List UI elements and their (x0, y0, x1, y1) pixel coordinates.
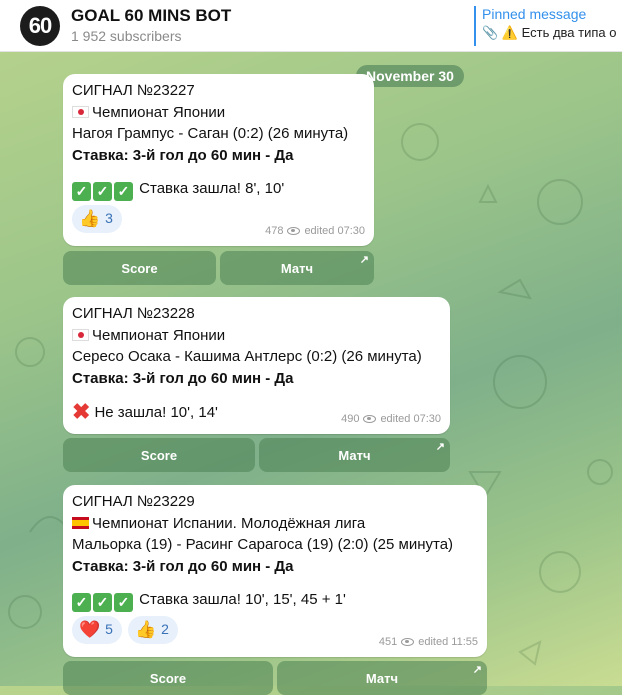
bet-line: Ставка: 3-й гол до 60 мин - Да (72, 557, 294, 575)
reaction-thumbs-up[interactable]: 👍 2 (127, 616, 178, 644)
score-button[interactable]: Score (63, 661, 273, 695)
check-icon: ✓ (114, 593, 133, 612)
japan-flag-icon (72, 328, 89, 341)
match-button-label: Матч (338, 447, 371, 463)
channel-header: 60 GOAL 60 MINS BOT 1 952 subscribers Pi… (0, 0, 622, 52)
thumbs-up-icon: 👍 (134, 620, 157, 640)
league-name: Чемпионат Японии (92, 326, 226, 344)
message-meta: 478 edited 07:30 (265, 221, 365, 243)
edited-time: edited 07:30 (304, 224, 365, 237)
result-text: Ставка зашла! 8', 10' (139, 180, 285, 197)
league-name: Чемпионат Японии (92, 103, 226, 121)
result-line: ✓ ✓ ✓ Ставка зашла! 10', 15', 45 + 1' (72, 589, 478, 612)
check-icon: ✓ (93, 182, 112, 201)
result-line: ✓ ✓ ✓ Ставка зашла! 8', 10' (72, 178, 365, 201)
message-bubble: СИГНАЛ №23229 Чемпионат Испании. Молодёж… (63, 485, 487, 657)
match-button-label: Матч (280, 260, 314, 276)
reaction-count: 2 (161, 621, 169, 638)
edited-time: edited 11:55 (418, 635, 478, 648)
external-link-icon: ↗ (472, 664, 482, 676)
score-button-label: Score (121, 260, 158, 276)
bet-line: Ставка: 3-й гол до 60 мин - Да (72, 146, 294, 164)
message-bubble: СИГНАЛ №23228 Чемпионат Японии Сересо Ос… (63, 297, 450, 434)
result-text: Не зашла! 10', 14' (94, 404, 218, 421)
external-link-icon: ↗ (435, 441, 445, 453)
view-count: 478 (265, 224, 284, 237)
channel-avatar[interactable]: 60 (20, 6, 60, 46)
heart-icon: ❤️ (79, 620, 101, 640)
league-line: Чемпионат Японии (72, 102, 365, 124)
edited-time: edited 07:30 (380, 412, 441, 425)
match-link-button[interactable]: Матч ↗ (220, 251, 374, 285)
reaction-count: 5 (105, 621, 113, 638)
cross-icon: ✖ (72, 399, 91, 424)
channel-title[interactable]: GOAL 60 MINS BOT (71, 6, 231, 26)
reaction-count: 3 (105, 210, 113, 227)
pinned-message-preview: 📎 ⚠️ Есть два типа о (482, 25, 617, 40)
japan-flag-icon (72, 105, 89, 118)
pinned-message-label: Pinned message (482, 6, 587, 22)
match-line: Мальорка (19) - Расинг Сарагоса (19) (2:… (72, 536, 454, 553)
league-line: Чемпионат Испании. Молодёжная лига (72, 513, 478, 535)
league-line: Чемпионат Японии (72, 325, 441, 347)
thumbs-up-icon: 👍 (79, 209, 101, 229)
league-name: Чемпионат Испании. Молодёжная лига (92, 514, 366, 532)
eye-icon (363, 415, 377, 424)
view-count: 451 (378, 635, 398, 648)
score-button-label: Score (149, 670, 187, 686)
match-link-button[interactable]: Матч ↗ (259, 438, 450, 472)
message-bubble: СИГНАЛ №23227 Чемпионат Японии Нагоя Гра… (63, 74, 374, 246)
eye-icon (287, 227, 301, 236)
external-link-icon: ↗ (359, 254, 369, 266)
signal-title: СИГНАЛ №23228 (72, 305, 195, 322)
message-meta: 490 edited 07:30 (341, 409, 441, 431)
score-button[interactable]: Score (63, 438, 255, 472)
check-icon: ✓ (93, 593, 112, 612)
check-icon: ✓ (72, 182, 91, 201)
view-count: 490 (341, 412, 360, 425)
check-icon: ✓ (114, 182, 133, 201)
signal-title: СИГНАЛ №23229 (72, 493, 195, 510)
reaction-thumbs-up[interactable]: 👍 3 (72, 205, 122, 233)
score-button[interactable]: Score (63, 251, 216, 285)
bet-line: Ставка: 3-й гол до 60 мин - Да (72, 369, 294, 387)
message-meta: 451 edited 11:55 (379, 632, 478, 654)
reaction-heart[interactable]: ❤️ 5 (72, 616, 122, 644)
match-button-label: Матч (365, 670, 399, 686)
score-button-label: Score (140, 447, 178, 463)
result-text: Ставка зашла! 10', 15', 45 + 1' (139, 591, 346, 608)
match-line: Сересо Осака - Кашима Антлерс (0:2) (26 … (72, 348, 422, 365)
eye-icon (401, 638, 415, 647)
match-link-button[interactable]: Матч ↗ (277, 661, 487, 695)
pinned-message-bar[interactable]: Pinned message 📎 ⚠️ Есть два типа о (474, 6, 622, 46)
signal-title: СИГНАЛ №23227 (72, 82, 195, 99)
match-line: Нагоя Грампус - Саган (0:2) (26 минута) (72, 125, 349, 142)
spain-flag-icon (72, 516, 89, 529)
subscriber-count: 1 952 subscribers (71, 28, 182, 44)
check-icon: ✓ (72, 593, 91, 612)
